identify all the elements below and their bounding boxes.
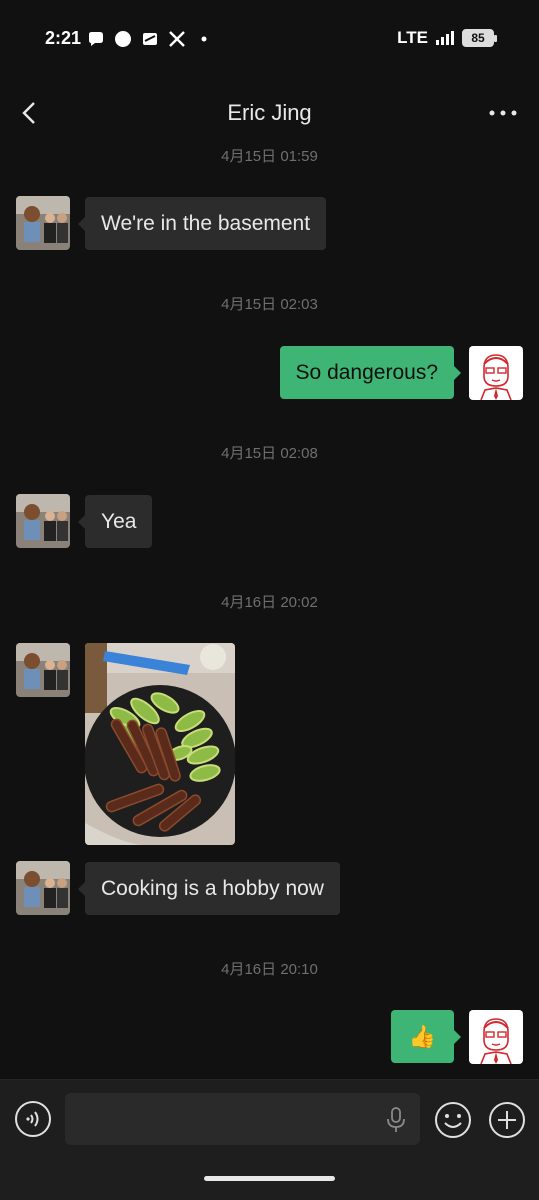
timestamp: 4月16日 20:02 xyxy=(221,594,318,611)
timestamp: 4月15日 02:03 xyxy=(221,296,318,313)
status-time: 2:21 xyxy=(45,28,82,48)
microphone-icon[interactable] xyxy=(385,1106,407,1134)
timestamp: 4月15日 01:59 xyxy=(221,148,318,165)
plus-icon[interactable] xyxy=(487,1100,527,1140)
more-notifications-dot-icon xyxy=(201,36,207,42)
incoming-message-bubble[interactable]: Cooking is a hobby now xyxy=(78,862,340,915)
voice-mode-icon[interactable] xyxy=(14,1100,52,1138)
battery-icon: 85 xyxy=(462,29,497,47)
outgoing-message-bubble[interactable]: So dangerous? xyxy=(279,346,462,399)
circle-notification-icon xyxy=(115,31,131,47)
my-avatar[interactable] xyxy=(469,346,523,400)
home-indicator[interactable] xyxy=(204,1176,335,1181)
status-bar: 2:21 LTE 85 xyxy=(0,0,539,82)
incoming-message-bubble[interactable]: We're in the basement xyxy=(77,197,327,250)
notification-icons xyxy=(87,30,213,48)
signal-icon xyxy=(436,31,454,45)
timestamp: 4月15日 02:08 xyxy=(221,445,318,462)
my-avatar[interactable] xyxy=(469,1010,523,1064)
contact-avatar[interactable] xyxy=(16,196,70,250)
more-options-icon[interactable] xyxy=(487,104,519,122)
message-input[interactable] xyxy=(65,1093,420,1145)
network-type: LTE xyxy=(397,28,428,47)
contact-avatar[interactable] xyxy=(16,861,70,915)
status-right: LTE 85 xyxy=(397,28,497,48)
contact-avatar[interactable] xyxy=(16,494,70,548)
timestamp: 4月16日 20:10 xyxy=(221,961,318,978)
contact-avatar[interactable] xyxy=(16,643,70,697)
x-app-icon xyxy=(169,31,185,47)
emoji-icon[interactable] xyxy=(433,1100,473,1140)
stack-notification-icon xyxy=(143,33,157,45)
chat-notification-icon xyxy=(89,32,103,46)
food-photo-image[interactable] xyxy=(85,643,235,845)
chat-header: Eric Jing xyxy=(0,82,539,144)
outgoing-thumbs-up-bubble[interactable]: 👍 xyxy=(390,1010,462,1063)
input-bar xyxy=(0,1079,539,1200)
incoming-message-bubble[interactable]: Yea xyxy=(77,495,153,548)
chat-title: Eric Jing xyxy=(227,100,312,125)
